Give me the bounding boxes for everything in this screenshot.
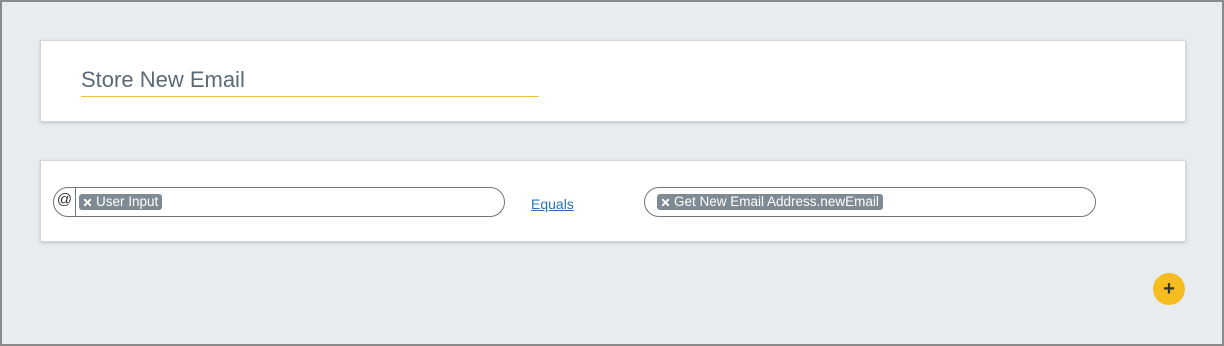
rule-title-input[interactable] bbox=[81, 63, 539, 96]
rule-title-field[interactable] bbox=[81, 63, 539, 97]
left-operand-token-label: User Input bbox=[96, 194, 159, 209]
close-icon[interactable] bbox=[660, 197, 670, 207]
condition-card: @ User Input Equals Get New Email Addres… bbox=[40, 160, 1186, 242]
operator-link[interactable]: Equals bbox=[531, 196, 574, 212]
at-sign-icon[interactable]: @ bbox=[54, 188, 76, 216]
right-operand-token: Get New Email Address.newEmail bbox=[657, 194, 883, 210]
left-operand-field[interactable]: @ User Input bbox=[53, 187, 505, 217]
plus-icon: + bbox=[1163, 277, 1175, 300]
add-condition-button[interactable]: + bbox=[1153, 273, 1185, 305]
left-operand-token: User Input bbox=[79, 194, 163, 210]
right-operand-field[interactable]: Get New Email Address.newEmail bbox=[644, 187, 1096, 217]
right-operand-token-label: Get New Email Address.newEmail bbox=[674, 194, 879, 209]
rule-title-card bbox=[40, 40, 1186, 122]
rule-editor-canvas: @ User Input Equals Get New Email Addres… bbox=[0, 0, 1224, 346]
close-icon[interactable] bbox=[82, 197, 92, 207]
